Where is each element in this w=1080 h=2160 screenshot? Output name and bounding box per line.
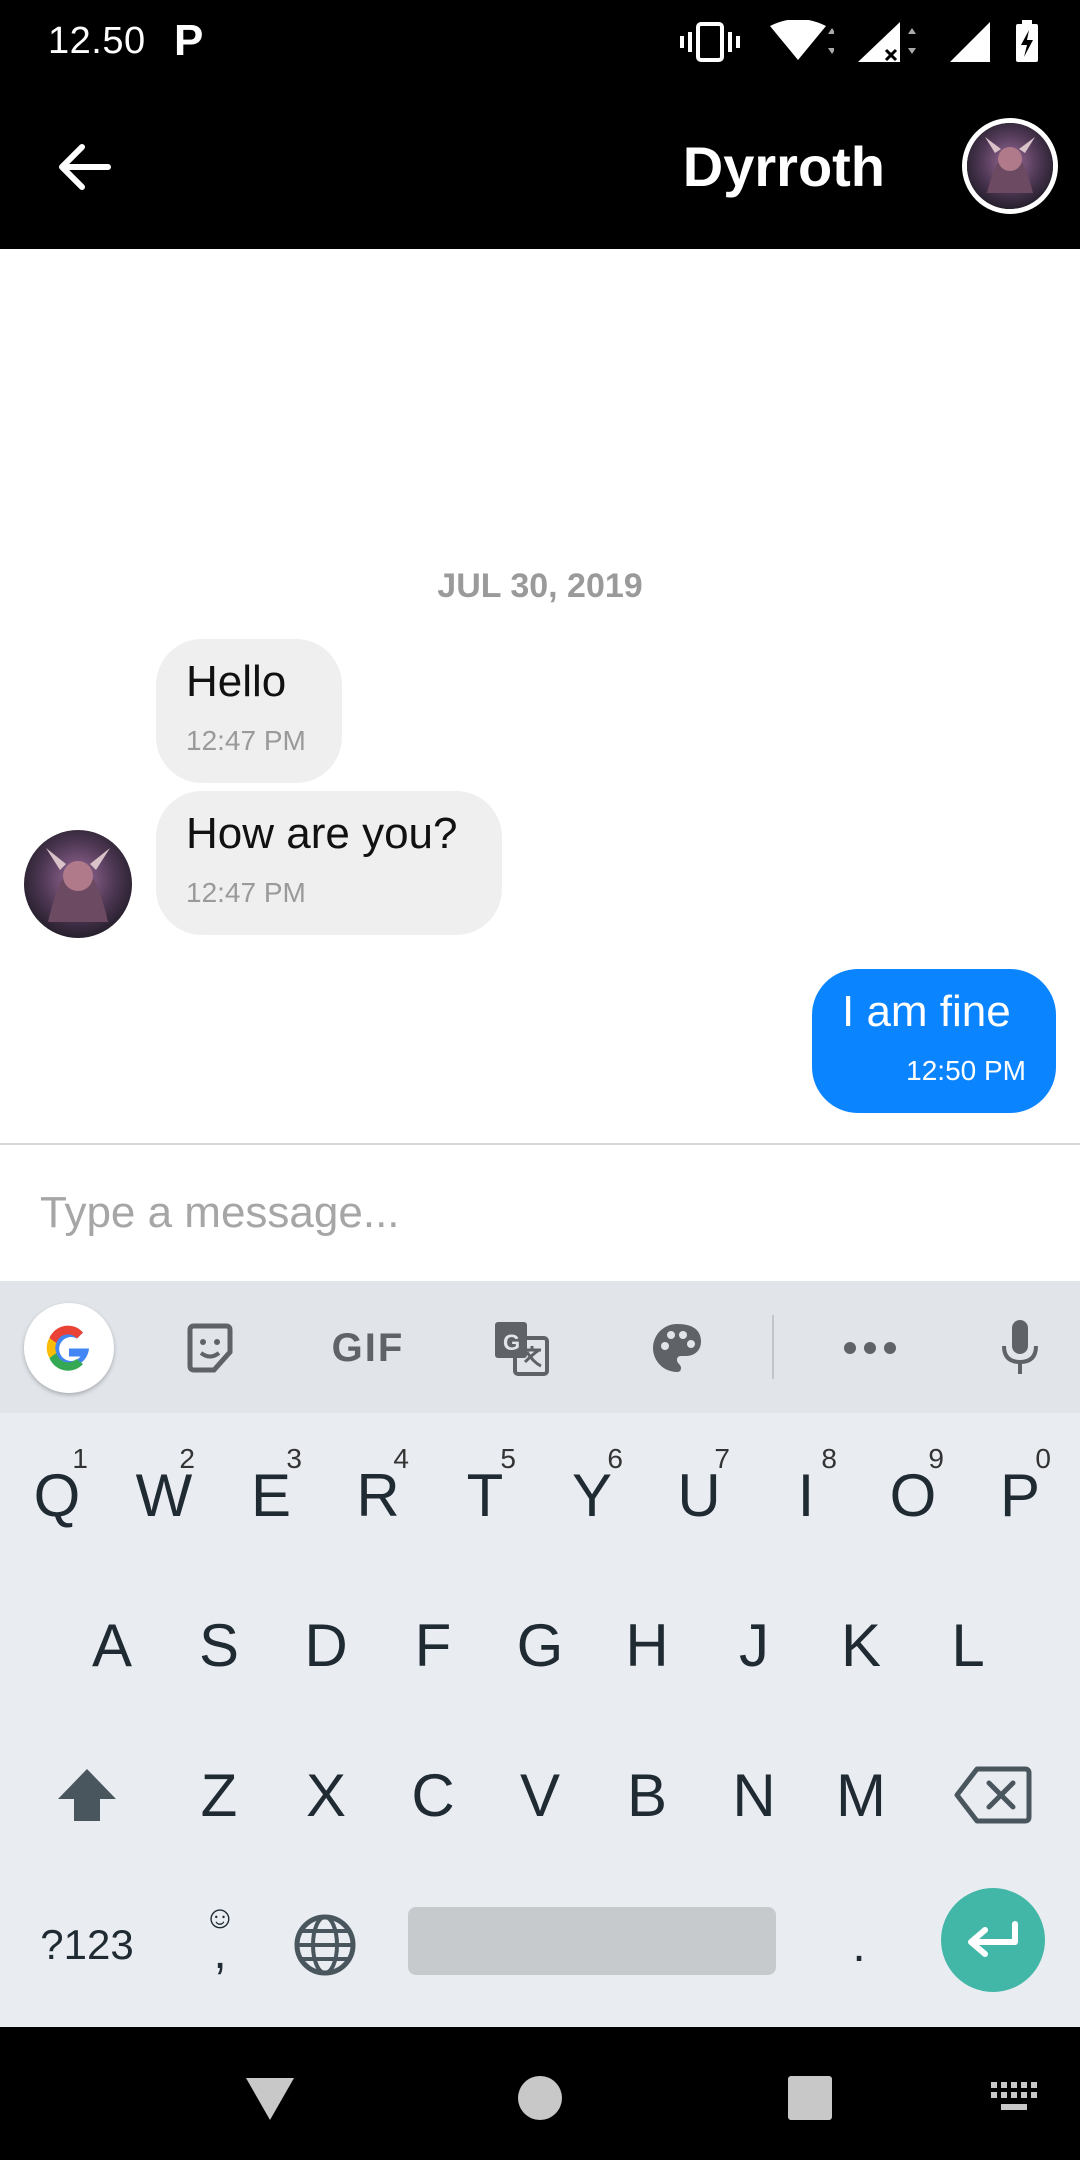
shift-icon <box>58 1769 116 1821</box>
backspace-icon <box>954 1766 1032 1824</box>
message-input[interactable] <box>40 1175 1040 1251</box>
voice-input-button[interactable] <box>975 1303 1065 1393</box>
language-key[interactable] <box>272 1885 378 2005</box>
space-key[interactable] <box>408 1907 776 1975</box>
sender-avatar[interactable] <box>24 830 132 938</box>
date-separator: JUL 30, 2019 <box>437 567 643 605</box>
theme-button[interactable] <box>632 1303 722 1393</box>
navigation-bar <box>0 2027 1080 2160</box>
app-bar: Dyrroth <box>0 84 1080 249</box>
key-p[interactable]: P0 <box>967 1435 1073 1555</box>
svg-text:G: G <box>503 1330 520 1355</box>
key-b[interactable]: B <box>594 1735 700 1855</box>
key-c[interactable]: C <box>380 1735 486 1855</box>
keyboard-switch-button[interactable] <box>974 2063 1054 2133</box>
more-icon <box>844 1342 896 1354</box>
key-w[interactable]: W2 <box>111 1435 217 1555</box>
message-bubble-incoming[interactable]: How are you? 12:47 PM <box>156 791 502 935</box>
palette-icon <box>653 1324 701 1372</box>
enter-key[interactable] <box>941 1888 1045 1992</box>
back-nav-button[interactable] <box>230 2063 310 2133</box>
key-y[interactable]: Y6 <box>539 1435 645 1555</box>
emoji-comma-key[interactable]: ☺ , <box>170 1885 270 2005</box>
status-icons <box>680 18 1040 66</box>
parking-app-icon: P <box>174 16 204 65</box>
toolbar-divider <box>772 1315 774 1379</box>
globe-icon <box>294 1914 356 1976</box>
message-time: 12:47 PM <box>186 725 306 756</box>
translate-icon: G <box>495 1322 549 1376</box>
mic-icon <box>1002 1320 1038 1374</box>
signal-icon-2 <box>950 22 990 62</box>
key-a[interactable]: A <box>59 1585 165 1705</box>
message-bubble-outgoing[interactable]: I am fine 12:50 PM <box>812 969 1056 1113</box>
recents-button[interactable] <box>770 2063 850 2133</box>
google-icon <box>46 1325 89 1371</box>
key-f[interactable]: F <box>380 1585 486 1705</box>
key-h[interactable]: H <box>594 1585 700 1705</box>
avatar-image <box>967 123 1053 209</box>
message-composer <box>0 1143 1080 1281</box>
message-text: I am fine <box>842 987 1011 1036</box>
vibrate-icon <box>680 22 740 62</box>
key-n[interactable]: N <box>701 1735 807 1855</box>
keyboard-icon <box>991 2082 1037 2110</box>
arrow-left-icon <box>59 144 111 190</box>
key-l[interactable]: L <box>915 1585 1021 1705</box>
key-g[interactable]: G <box>487 1585 593 1705</box>
back-button[interactable] <box>50 132 120 202</box>
message-list[interactable]: JUL 30, 2019 Hello 12:47 PM How are you?… <box>0 249 1080 1143</box>
key-o[interactable]: O9 <box>860 1435 966 1555</box>
message-time: 12:47 PM <box>186 877 306 908</box>
key-q[interactable]: Q1 <box>4 1435 110 1555</box>
google-search-button[interactable] <box>24 1303 114 1393</box>
backspace-key[interactable] <box>938 1735 1048 1855</box>
keyboard-toolbar: GIF G <box>0 1281 1080 1413</box>
home-button[interactable] <box>500 2063 580 2133</box>
square-icon <box>788 2076 832 2120</box>
status-time: 12.50 <box>48 20 146 62</box>
key-v[interactable]: V <box>487 1735 593 1855</box>
wifi-icon <box>770 20 834 60</box>
enter-icon <box>968 1921 1018 1957</box>
sticker-button[interactable] <box>165 1303 255 1393</box>
key-e[interactable]: E3 <box>218 1435 324 1555</box>
status-bar: 12.50 P <box>0 0 1080 84</box>
key-t[interactable]: T5 <box>432 1435 538 1555</box>
key-z[interactable]: Z <box>166 1735 272 1855</box>
battery-icon <box>1016 20 1038 62</box>
message-text: How are you? <box>186 809 458 858</box>
circle-icon <box>518 2076 562 2120</box>
key-u[interactable]: U7 <box>646 1435 752 1555</box>
symbols-key[interactable]: ?123 <box>22 1885 152 2005</box>
period-key[interactable]: . <box>806 1885 912 2005</box>
sticker-icon <box>187 1323 233 1373</box>
key-k[interactable]: K <box>808 1585 914 1705</box>
triangle-down-icon <box>246 2078 294 2120</box>
message-time: 12:50 PM <box>906 1055 1026 1086</box>
key-i[interactable]: I8 <box>753 1435 859 1555</box>
key-j[interactable]: J <box>701 1585 807 1705</box>
message-bubble-incoming[interactable]: Hello 12:47 PM <box>156 639 342 783</box>
contact-avatar[interactable] <box>962 118 1058 214</box>
key-d[interactable]: D <box>273 1585 379 1705</box>
gif-icon: GIF <box>331 1325 405 1370</box>
shift-key[interactable] <box>32 1735 142 1855</box>
more-button[interactable] <box>825 1303 915 1393</box>
key-x[interactable]: X <box>273 1735 379 1855</box>
gif-button[interactable]: GIF <box>318 1303 418 1393</box>
translate-button[interactable]: G <box>476 1303 566 1393</box>
key-s[interactable]: S <box>166 1585 272 1705</box>
key-m[interactable]: M <box>808 1735 914 1855</box>
signal-icon <box>858 22 916 62</box>
contact-name: Dyrroth <box>682 135 885 198</box>
key-r[interactable]: R4 <box>325 1435 431 1555</box>
keyboard: Q1 W2 E3 R4 T5 Y6 U7 I8 O9 P0 A S D F G … <box>0 1413 1080 2027</box>
avatar-image <box>24 830 132 938</box>
message-text: Hello <box>186 657 287 706</box>
